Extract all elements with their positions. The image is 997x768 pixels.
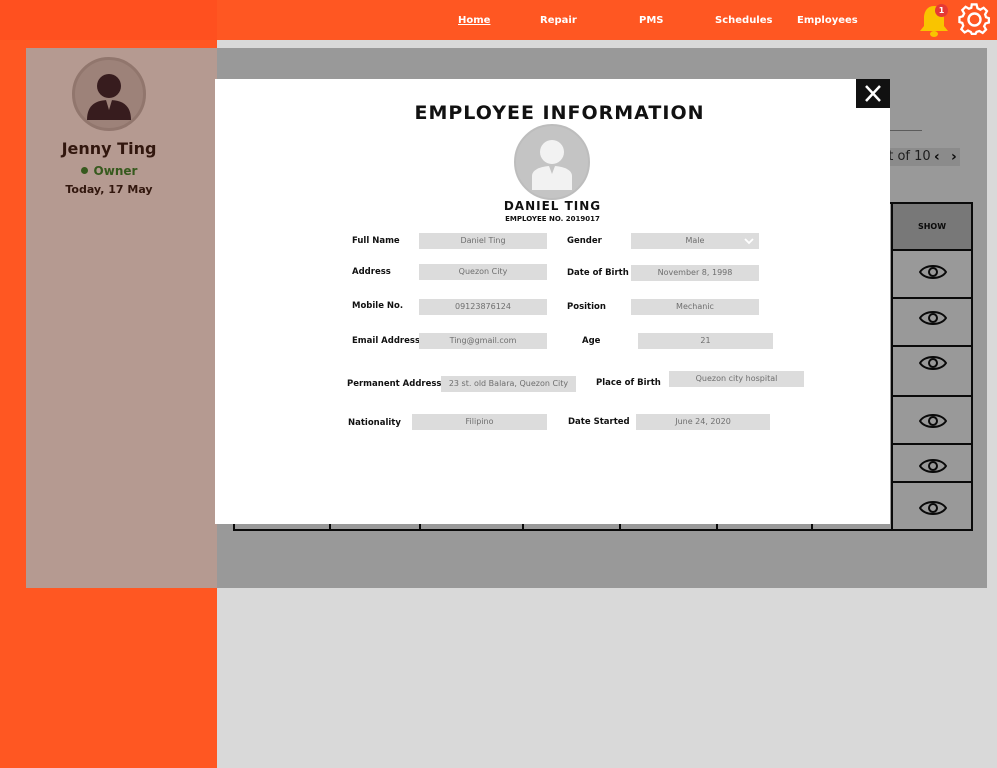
mobile-field[interactable]: 09123876124 (419, 299, 547, 315)
employee-name: DANIEL TING (503, 199, 602, 213)
permanent-address-label: Permanent Address (347, 379, 442, 389)
modal-title: EMPLOYEE INFORMATION (414, 102, 705, 124)
nav-repair[interactable]: Repair (540, 15, 577, 26)
date-started-field[interactable]: June 24, 2020 (636, 414, 770, 430)
place-of-birth-field[interactable]: Quezon city hospital (669, 371, 804, 387)
gender-label: Gender (567, 236, 602, 246)
nav-home[interactable]: Home (458, 15, 490, 26)
full-name-label: Full Name (352, 236, 400, 246)
gear-icon[interactable] (958, 3, 991, 36)
nationality-field[interactable]: Filipino (412, 414, 547, 430)
gender-value: Male (685, 236, 705, 245)
position-label: Position (567, 302, 606, 312)
position-field[interactable]: Mechanic (631, 299, 759, 315)
address-label: Address (352, 267, 391, 277)
place-of-birth-label: Place of Birth (596, 378, 661, 388)
nav-pms[interactable]: PMS (639, 15, 663, 26)
address-field[interactable]: Quezon City (419, 264, 547, 280)
date-of-birth-field[interactable]: November 8, 1998 (631, 265, 759, 281)
modal-backdrop (0, 0, 217, 40)
gender-select[interactable]: Male (631, 233, 759, 249)
full-name-field[interactable]: Daniel Ting (419, 233, 547, 249)
nav-schedules[interactable]: Schedules (715, 15, 772, 26)
age-label: Age (582, 336, 601, 346)
age-field[interactable]: 21 (638, 333, 773, 349)
nationality-label: Nationality (348, 418, 401, 428)
modal-backdrop[interactable] (26, 48, 217, 588)
employee-avatar-icon (514, 124, 590, 200)
notification-badge: 1 (935, 4, 948, 17)
email-label: Email Address (352, 336, 421, 346)
chevron-down-icon (744, 238, 754, 245)
date-of-birth-label: Date of Birth (567, 268, 629, 278)
date-started-label: Date Started (568, 417, 630, 427)
permanent-address-field[interactable]: 23 st. old Balara, Quezon City (441, 376, 576, 392)
employee-number: EMPLOYEE NO. 2019017 (505, 215, 600, 223)
mobile-label: Mobile No. (352, 301, 404, 311)
nav-employees[interactable]: Employees (797, 15, 858, 26)
email-field[interactable]: Ting@gmail.com (419, 333, 547, 349)
